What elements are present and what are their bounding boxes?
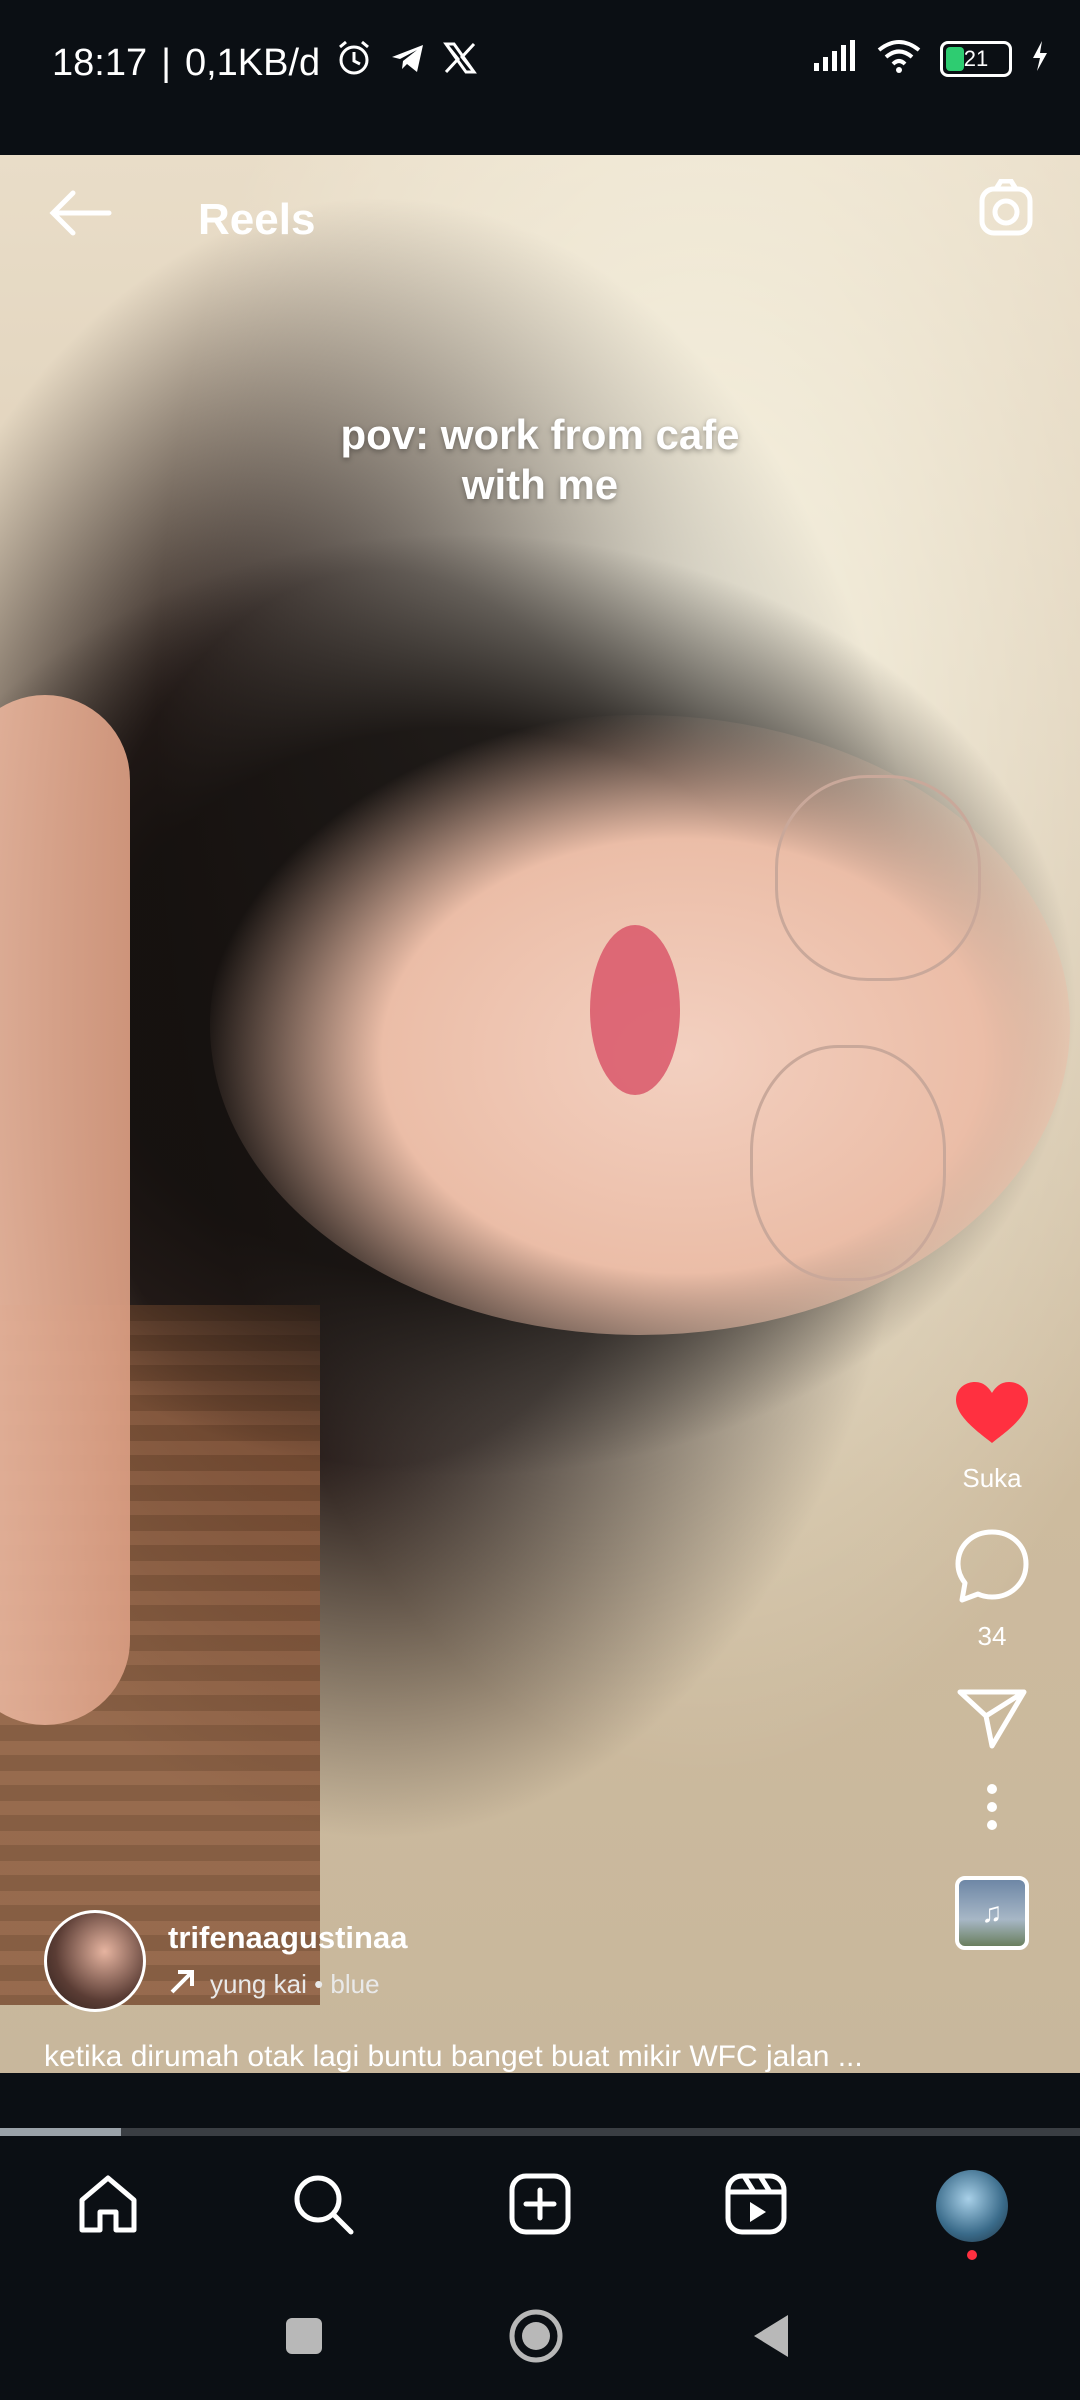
username[interactable]: trifenaagustinaa xyxy=(168,1920,407,1956)
more-icon xyxy=(982,1783,1002,1836)
share-icon xyxy=(956,1686,1028,1755)
charging-icon xyxy=(1030,39,1050,78)
battery-fill xyxy=(946,46,964,71)
recents-icon xyxy=(284,2316,324,2361)
music-icon: ♫ xyxy=(981,1897,1003,1928)
arrow-up-right-icon xyxy=(168,1966,198,2003)
share-action[interactable] xyxy=(956,1686,1028,1755)
x-logo-icon xyxy=(442,40,478,86)
nav-reels[interactable] xyxy=(712,2162,800,2250)
back-arrow-icon xyxy=(47,190,113,241)
status-net-speed: 0,1KB/d xyxy=(184,41,321,84)
heart-icon xyxy=(954,1380,1030,1451)
profile-avatar xyxy=(936,2170,1008,2242)
camera-button[interactable] xyxy=(966,171,1046,251)
nav-profile[interactable] xyxy=(928,2162,1016,2260)
status-separator: | xyxy=(161,41,171,84)
overlay-line-1: pov: work from cafe xyxy=(340,411,740,458)
comment-icon xyxy=(954,1528,1030,1609)
system-nav xyxy=(0,2276,1080,2400)
wifi-icon xyxy=(876,38,922,79)
comment-action[interactable]: 34 xyxy=(954,1528,1030,1652)
audio-row[interactable]: yung kai • blue xyxy=(168,1966,407,2003)
back-button[interactable] xyxy=(40,175,120,255)
avatar[interactable] xyxy=(44,1910,146,2012)
reels-header: Reels xyxy=(0,155,1080,285)
glasses-right xyxy=(750,1045,946,1281)
author-row: trifenaagustinaa yung kai • blue xyxy=(44,1910,407,2012)
audio-label: yung kai • blue xyxy=(210,1968,380,1999)
page-title: Reels xyxy=(198,195,316,244)
overlay-line-2: with me xyxy=(461,461,619,508)
telegram-icon xyxy=(388,38,428,88)
action-column: Suka 34 ♫ xyxy=(932,1380,1052,1950)
more-options[interactable] xyxy=(982,1783,1002,1836)
lips-shape xyxy=(590,925,680,1095)
progress-fill xyxy=(0,2128,121,2136)
like-label: Suka xyxy=(962,1463,1022,1493)
battery-level: 21 xyxy=(963,45,989,71)
glasses-left xyxy=(775,775,981,981)
status-time: 18:17 xyxy=(52,41,148,84)
status-bar: 18:17 | 0,1KB/d 21 xyxy=(0,0,1080,120)
nav-home[interactable] xyxy=(64,2162,152,2250)
create-icon xyxy=(508,2172,572,2241)
post-caption[interactable]: ketika dirumah otak lagi buntu banget bu… xyxy=(44,2040,1024,2074)
home-icon xyxy=(76,2172,140,2241)
status-right: 21 xyxy=(812,38,1050,79)
home-button[interactable] xyxy=(504,2306,568,2370)
back-triangle-icon xyxy=(752,2313,792,2364)
back-nav-button[interactable] xyxy=(740,2306,804,2370)
reel-video[interactable]: pov: work from cafe with me xyxy=(0,155,1080,2073)
notification-dot xyxy=(967,2250,977,2260)
bottom-nav xyxy=(0,2136,1080,2276)
nav-search[interactable] xyxy=(279,2162,367,2250)
comment-count: 34 xyxy=(977,1621,1007,1651)
search-icon xyxy=(291,2172,355,2241)
battery-icon: 21 xyxy=(940,40,1012,77)
nav-create[interactable] xyxy=(496,2162,584,2250)
video-progress[interactable] xyxy=(0,2128,1080,2136)
signal-icon xyxy=(812,39,858,78)
like-action[interactable]: Suka xyxy=(954,1380,1030,1494)
recents-button[interactable] xyxy=(272,2306,336,2370)
alarm-icon xyxy=(334,38,374,88)
reels-icon xyxy=(724,2172,788,2241)
author-meta: trifenaagustinaa yung kai • blue xyxy=(168,1920,407,2003)
hand-shape xyxy=(0,695,130,1725)
home-circle-icon xyxy=(508,2308,564,2369)
video-text-overlay: pov: work from cafe with me xyxy=(0,410,1080,510)
status-left: 18:17 | 0,1KB/d xyxy=(52,38,478,88)
music-thumbnail[interactable]: ♫ xyxy=(955,1876,1029,1950)
camera-icon xyxy=(974,178,1038,244)
